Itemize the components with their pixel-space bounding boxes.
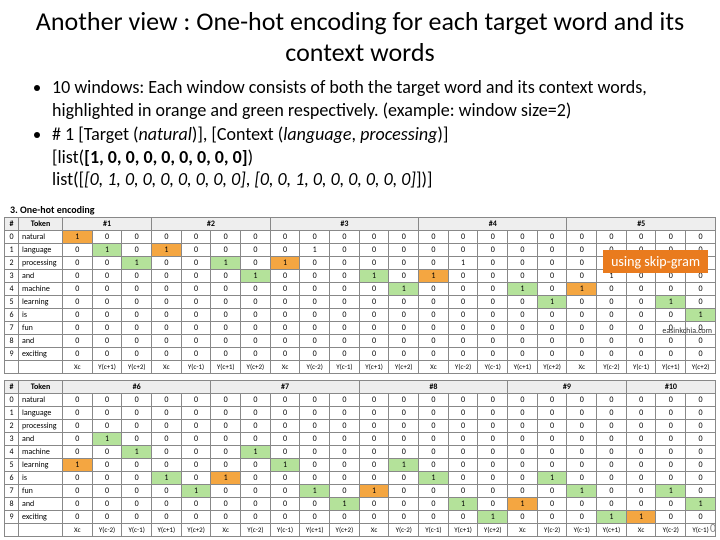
bullet-2: # 1 [Target (natural)], [Context (langua… [52, 123, 690, 191]
bullet-list: 10 windows: Each window consists of both… [0, 76, 720, 201]
encoding-table-bottom: #Token#6#7#8#9#100natural000000000000000… [4, 380, 716, 537]
encoding-table-top: #Token#1#2#3#4#50natural1000000000000000… [4, 217, 716, 374]
credit-text: easinkchia.com [662, 326, 712, 336]
slide-title: Another view : One-hot encoding for each… [0, 0, 720, 76]
page-number: 0 [710, 522, 716, 536]
bullet-1: 10 windows: Each window consists of both… [52, 76, 690, 121]
callout-skip-gram: using skip-gram [603, 250, 708, 273]
section-label: 3. One-hot encoding [10, 203, 716, 216]
